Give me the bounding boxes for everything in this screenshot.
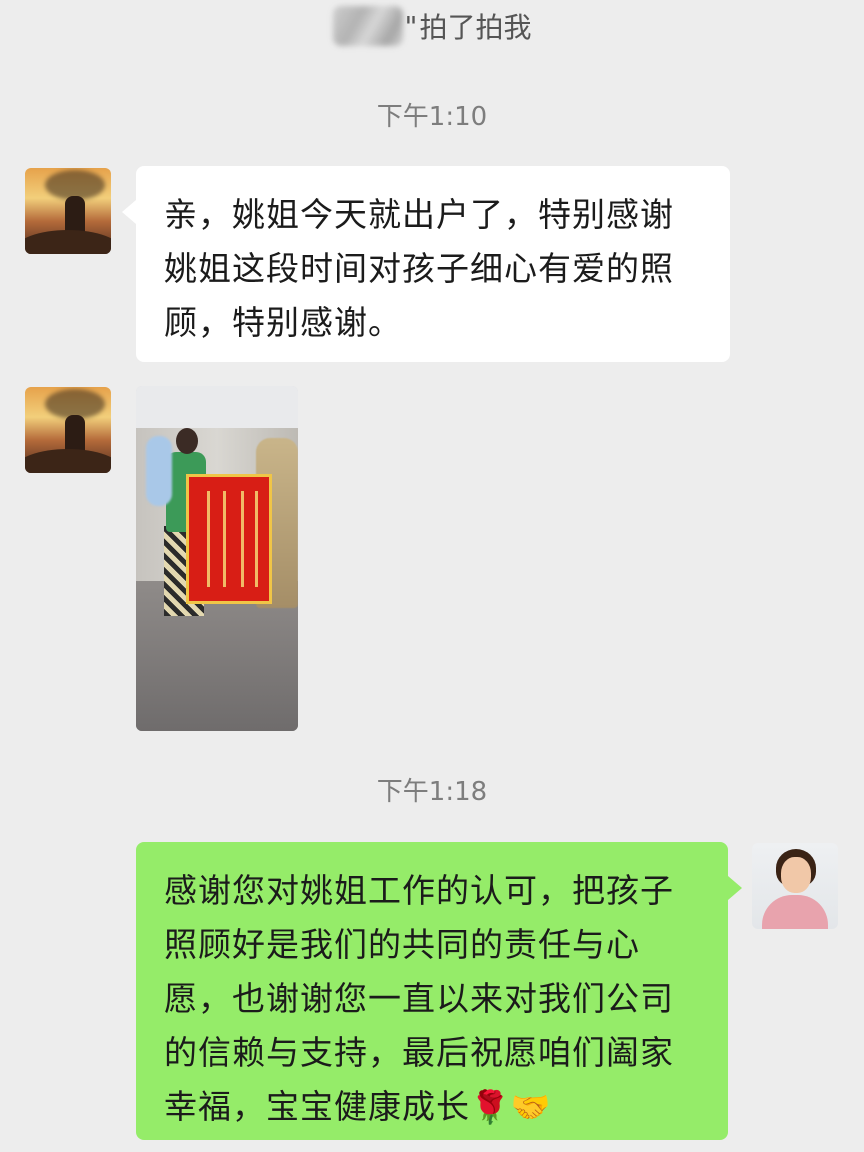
banner-image	[186, 474, 272, 604]
pat-notice-text: 拍了拍我	[419, 11, 532, 44]
friend-avatar[interactable]	[25, 168, 111, 254]
handshake-emoji-icon: 🤝	[510, 1088, 552, 1126]
masked-name-suffix: "	[404, 9, 418, 43]
timestamp: 下午1:10	[376, 102, 488, 132]
message-bubble-outgoing[interactable]: 感谢您对姚姐工作的认可，把孩子照顾好是我们的共同的责任与心愿，也谢谢您一直以来对…	[136, 842, 742, 1140]
message-text: 感谢您对姚姐工作的认可，把孩子照顾好是我们的共同的责任与心愿，也谢谢您一直以来对…	[164, 871, 674, 1126]
photo-message[interactable]	[136, 386, 298, 731]
friend-avatar[interactable]	[25, 387, 111, 473]
my-avatar[interactable]	[752, 843, 838, 929]
masked-name	[332, 6, 403, 46]
rose-emoji-icon: 🌹	[470, 1088, 511, 1126]
timestamp: 下午1:18	[376, 777, 488, 807]
message-bubble-incoming[interactable]: 亲，姚姐今天就出户了，特别感谢姚姐这段时间对孩子细心有爱的照顾，特别感谢。	[122, 166, 730, 362]
pat-notice: " 拍了拍我	[0, 4, 864, 48]
message-text: 亲，姚姐今天就出户了，特别感谢姚姐这段时间对孩子细心有爱的照顾，特别感谢。	[164, 195, 674, 342]
